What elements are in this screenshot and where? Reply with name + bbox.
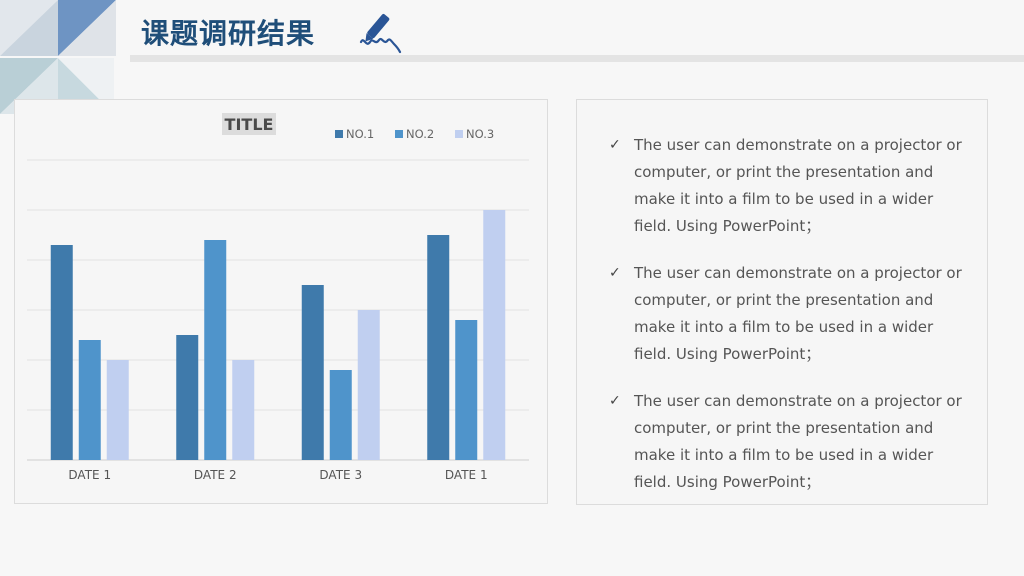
bar-no3-3 xyxy=(357,310,380,460)
bar-no1-2 xyxy=(176,335,199,460)
bullet-panel: ✓ The user can demonstrate on a projecto… xyxy=(576,99,988,505)
bar-no3-4 xyxy=(483,210,506,460)
bullet-text: The user can demonstrate on a projector … xyxy=(634,392,962,491)
bar-no3-2 xyxy=(232,360,255,460)
bar-no1-1 xyxy=(50,245,73,460)
check-icon: ✓ xyxy=(609,393,621,409)
legend-swatch xyxy=(395,130,403,138)
bar-no2-4 xyxy=(455,320,478,460)
chart-panel: TITLE NO.1 NO.2 NO.3 DATE 1 DATE 2 DATE 3 DAT… xyxy=(14,99,548,504)
bar-chart: TITLE NO.1 NO.2 NO.3 DATE 1 DATE 2 DATE 3 DAT… xyxy=(27,113,529,482)
check-icon: ✓ xyxy=(609,265,621,281)
x-tick-label: DATE 1 xyxy=(68,468,111,482)
x-tick-label: DATE 2 xyxy=(194,468,237,482)
legend-label: NO.2 xyxy=(406,127,434,141)
bar-no2-3 xyxy=(329,370,352,460)
legend-label: NO.3 xyxy=(466,127,494,141)
chart-title: TITLE xyxy=(225,115,274,134)
x-tick-label: DATE 3 xyxy=(319,468,362,482)
bullet-text: The user can demonstrate on a projector … xyxy=(634,136,962,235)
x-tick-label: DATE 1 xyxy=(445,468,488,482)
bar-no2-1 xyxy=(78,340,101,460)
bar-no1-3 xyxy=(301,285,324,460)
legend: NO.1 NO.2 NO.3 xyxy=(335,127,494,141)
bar-no2-2 xyxy=(204,240,227,460)
header-rule xyxy=(130,55,1024,62)
x-axis-tick-labels: DATE 1 DATE 2 DATE 3 DATE 1 xyxy=(68,468,487,482)
pen-signature-icon xyxy=(359,13,402,54)
bullet-text: The user can demonstrate on a projector … xyxy=(634,264,962,363)
bar-no1-4 xyxy=(427,235,450,460)
legend-swatch xyxy=(335,130,343,138)
legend-swatch xyxy=(455,130,463,138)
bar-no3-1 xyxy=(106,360,129,460)
slide-heading: 课题调研结果 xyxy=(141,17,316,50)
legend-label: NO.1 xyxy=(346,127,374,141)
bars xyxy=(50,210,506,460)
gridlines xyxy=(27,159,529,461)
check-icon: ✓ xyxy=(609,137,621,153)
